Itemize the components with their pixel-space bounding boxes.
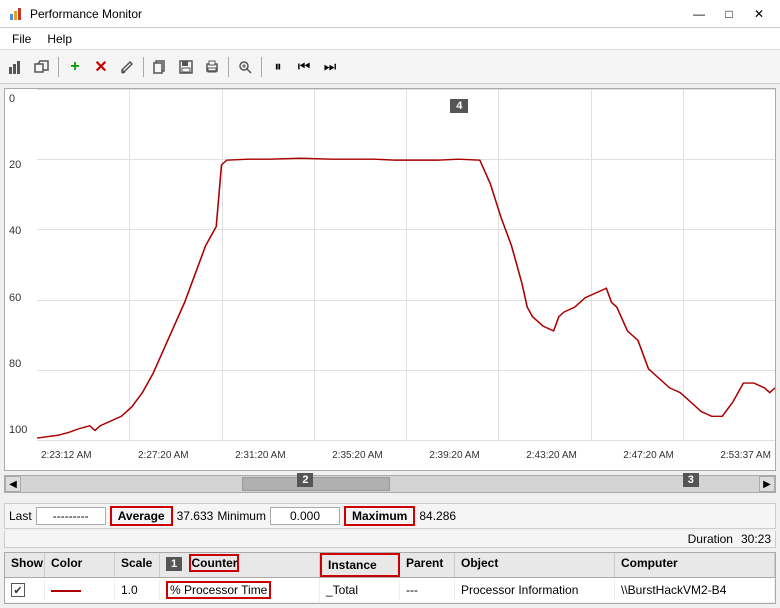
- remove-counter-btn[interactable]: ✕: [89, 55, 113, 79]
- average-label: Average: [110, 506, 173, 526]
- open-btn[interactable]: [30, 55, 54, 79]
- row-computer: \\BurstHackVM2-B4: [615, 580, 775, 600]
- chart-x-axis: 2:23:12 AM 2:27:20 AM 2:31:20 AM 2:35:20…: [37, 440, 775, 470]
- x-label-4: 2:39:20 AM: [429, 450, 480, 461]
- copy-btn[interactable]: [148, 55, 172, 79]
- x-label-7: 2:53:37 AM: [720, 450, 771, 461]
- minimum-value: 0.000: [270, 507, 340, 525]
- window-title: Performance Monitor: [30, 7, 686, 21]
- x-label-2: 2:31:20 AM: [235, 450, 286, 461]
- maximum-label: Maximum: [344, 506, 415, 526]
- header-scale: Scale: [115, 553, 160, 577]
- header-parent: Parent: [400, 553, 455, 577]
- badge-3: 3: [683, 473, 699, 487]
- bottom-panel: Last --------- Average 37.633 Minimum 0.…: [4, 503, 776, 604]
- table-row: ✔ 1.0 % Processor Time _Total --- Proces…: [5, 578, 775, 603]
- x-label-5: 2:43:20 AM: [526, 450, 577, 461]
- play-btn[interactable]: ⏭: [318, 55, 342, 79]
- header-object: Object: [455, 553, 615, 577]
- toolbar: + ✕ ⏸ ⏮ ⏭: [0, 50, 780, 84]
- header-show: Show: [5, 553, 45, 577]
- row-color: [45, 580, 115, 600]
- sep-2: [143, 57, 144, 77]
- minimum-label: Minimum: [217, 509, 266, 523]
- table-header: Show Color Scale 1 Counter Instance Pare…: [5, 553, 775, 578]
- minimize-button[interactable]: —: [686, 4, 712, 24]
- row-counter: % Processor Time: [160, 578, 320, 602]
- maximize-button[interactable]: □: [716, 4, 742, 24]
- header-instance: Instance: [320, 553, 400, 577]
- row-instance: _Total: [320, 580, 400, 600]
- last-value: ---------: [36, 507, 106, 525]
- save-btn[interactable]: [174, 55, 198, 79]
- row-scale: 1.0: [115, 580, 160, 600]
- duration-value: 30:23: [741, 532, 771, 546]
- scrollbar-container: 2 3 ◀ ▶: [4, 475, 776, 497]
- x-label-0: 2:23:12 AM: [41, 450, 92, 461]
- row-object: Processor Information: [455, 580, 615, 600]
- sep-3: [228, 57, 229, 77]
- edit-btn[interactable]: [115, 55, 139, 79]
- add-counter-btn[interactable]: +: [63, 55, 87, 79]
- title-bar: Performance Monitor — □ ✕: [0, 0, 780, 28]
- duration-row: Duration 30:23: [4, 531, 776, 548]
- average-value: 37.633: [177, 509, 214, 523]
- row-parent: ---: [400, 580, 455, 600]
- x-label-3: 2:35:20 AM: [332, 450, 383, 461]
- counter-header-text: Counter: [189, 554, 239, 572]
- badge-1: 1: [166, 557, 182, 571]
- close-button[interactable]: ✕: [746, 4, 772, 24]
- y-label-20: 20: [9, 159, 33, 171]
- stats-row: Last --------- Average 37.633 Minimum 0.…: [4, 503, 776, 529]
- y-label-0: 0: [9, 93, 33, 105]
- pause-btn[interactable]: ⏸: [266, 55, 290, 79]
- x-label-6: 2:47:20 AM: [623, 450, 674, 461]
- scroll-right-btn[interactable]: ▶: [759, 476, 775, 492]
- scroll-thumb[interactable]: [242, 477, 390, 491]
- menu-bar: File Help: [0, 28, 780, 50]
- rewind-btn[interactable]: ⏮: [292, 55, 316, 79]
- x-label-1: 2:27:20 AM: [138, 450, 189, 461]
- checkbox[interactable]: ✔: [11, 583, 25, 597]
- chart-canvas: 4: [37, 89, 775, 440]
- chart-area: 100 80 60 40 20 0: [4, 88, 776, 471]
- badge-2: 2: [297, 473, 313, 487]
- y-label-60: 60: [9, 292, 33, 304]
- print-btn[interactable]: [200, 55, 224, 79]
- scroll-left-btn[interactable]: ◀: [5, 476, 21, 492]
- maximum-value: 84.286: [419, 509, 456, 523]
- window-controls: — □ ✕: [686, 4, 772, 24]
- menu-help[interactable]: Help: [39, 30, 80, 48]
- data-table: Show Color Scale 1 Counter Instance Pare…: [4, 552, 776, 604]
- y-label-80: 80: [9, 358, 33, 370]
- chart-y-axis: 100 80 60 40 20 0: [5, 89, 37, 440]
- y-label-40: 40: [9, 225, 33, 237]
- app-icon: [8, 6, 24, 22]
- badge-4: 4: [450, 99, 468, 113]
- last-label: Last: [9, 509, 32, 523]
- scroll-track[interactable]: [21, 476, 759, 492]
- sep-4: [261, 57, 262, 77]
- chart-line-svg: [37, 89, 775, 440]
- header-computer: Computer: [615, 553, 775, 577]
- chart-view-btn[interactable]: [4, 55, 28, 79]
- main-content: 100 80 60 40 20 0: [0, 84, 780, 608]
- zoom-btn[interactable]: [233, 55, 257, 79]
- sep-1: [58, 57, 59, 77]
- header-color: Color: [45, 553, 115, 577]
- menu-file[interactable]: File: [4, 30, 39, 48]
- scrollbar[interactable]: ◀ ▶: [4, 475, 776, 493]
- row-counter-value: % Processor Time: [166, 581, 271, 599]
- row-show: ✔: [5, 580, 45, 601]
- header-counter: 1 Counter: [160, 553, 320, 577]
- duration-label: Duration: [688, 532, 733, 546]
- y-label-100: 100: [9, 424, 33, 436]
- color-indicator: [51, 590, 81, 592]
